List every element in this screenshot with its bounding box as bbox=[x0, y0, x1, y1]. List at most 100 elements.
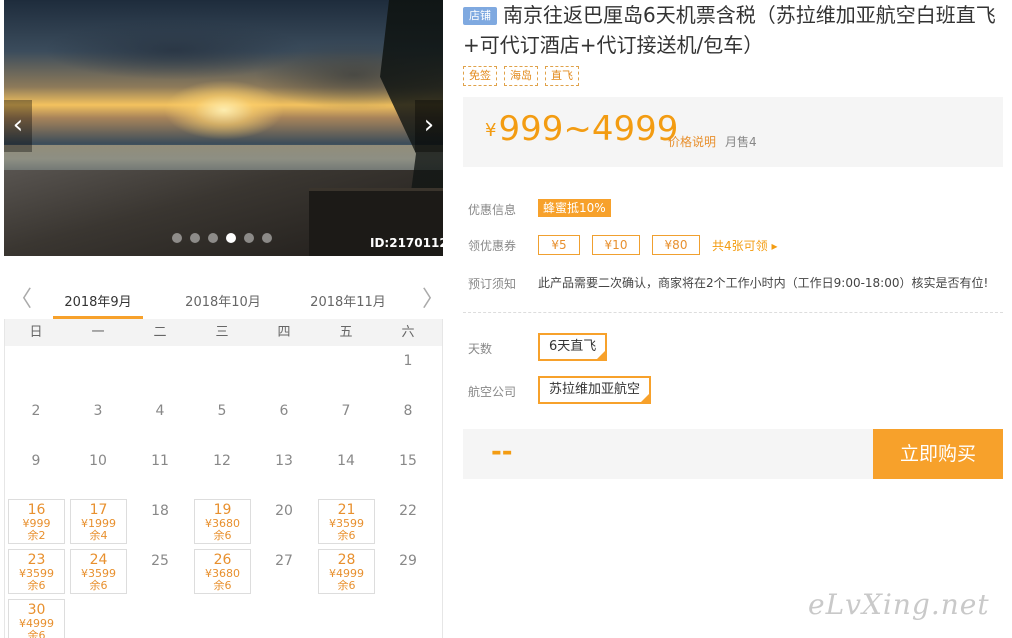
coupon-button[interactable]: ¥10 bbox=[592, 235, 640, 255]
divider bbox=[463, 312, 1003, 313]
calendar-empty-cell bbox=[67, 346, 129, 396]
chevron-left-icon[interactable]: ‹ bbox=[4, 100, 32, 152]
tab-month-1[interactable]: 2018年9月 bbox=[53, 291, 143, 310]
weekday-header: 日 一 二 三 四 五 六 bbox=[5, 319, 442, 346]
calendar-day: 20 bbox=[253, 496, 315, 546]
notice-label: 预订须知 bbox=[468, 277, 517, 291]
day-number: 20 bbox=[275, 503, 293, 519]
day-number: 8 bbox=[403, 403, 413, 419]
day-remaining: 余6 bbox=[27, 579, 46, 592]
monthly-sales: 月售4 bbox=[725, 135, 757, 149]
day-remaining: 余4 bbox=[89, 529, 108, 542]
day-number: 14 bbox=[337, 453, 355, 469]
day-number: 6 bbox=[279, 403, 289, 419]
calendar-day: 1 bbox=[377, 346, 439, 396]
calendar-empty-cell bbox=[315, 346, 377, 396]
day-remaining: 余6 bbox=[337, 579, 356, 592]
calendar-day-available[interactable]: 30 ¥4999 余6 bbox=[8, 599, 65, 638]
calendar-empty-cell bbox=[191, 346, 253, 396]
chevron-right-icon[interactable]: › bbox=[415, 100, 443, 152]
day-number: 12 bbox=[213, 453, 231, 469]
calendar-day-available[interactable]: 23 ¥3599 余6 bbox=[8, 549, 65, 594]
calendar-day: 4 bbox=[129, 396, 191, 446]
days-label: 天数 bbox=[468, 342, 493, 356]
carousel-dot[interactable] bbox=[262, 233, 272, 243]
carousel-dot[interactable] bbox=[244, 233, 254, 243]
calendar-day: 12 bbox=[191, 446, 253, 496]
weekday-label: 四 bbox=[277, 325, 291, 340]
price-range: 999~4999 bbox=[498, 109, 679, 149]
days-option[interactable]: 6天直飞 bbox=[538, 333, 608, 361]
calendar-prev-icon[interactable]: 〈 bbox=[10, 287, 32, 313]
calendar-day: 29 bbox=[377, 546, 439, 596]
day-number: 5 bbox=[217, 403, 227, 419]
day-number: 28 bbox=[337, 552, 356, 568]
calendar-day-available[interactable]: 24 ¥3599 余6 bbox=[70, 549, 127, 594]
calendar-day: 9 bbox=[5, 446, 67, 496]
weekday-label: 三 bbox=[215, 325, 229, 340]
coupon-more-link[interactable]: 共4张可领 ▸ bbox=[712, 237, 777, 254]
carousel-dot[interactable] bbox=[226, 233, 236, 243]
currency-symbol: ¥ bbox=[485, 120, 497, 141]
day-number: 27 bbox=[275, 553, 293, 569]
calendar-day: 14 bbox=[315, 446, 377, 496]
buy-bar: -- 立即购买 bbox=[463, 429, 1003, 479]
day-number: 21 bbox=[337, 502, 356, 518]
shop-badge: 店铺 bbox=[463, 7, 497, 25]
calendar-empty-cell bbox=[5, 346, 67, 396]
day-number: 13 bbox=[275, 453, 293, 469]
tab-month-3[interactable]: 2018年11月 bbox=[303, 291, 393, 310]
coupon-label: 领优惠券 bbox=[468, 239, 517, 253]
carousel-dot[interactable] bbox=[208, 233, 218, 243]
day-number: 9 bbox=[31, 453, 41, 469]
calendar-day: 11 bbox=[129, 446, 191, 496]
calendar-day-available[interactable]: 17 ¥1999 余4 bbox=[70, 499, 127, 544]
tag: 直飞 bbox=[545, 66, 579, 86]
calendar-next-icon[interactable]: 〉 bbox=[422, 287, 444, 313]
calendar-day-available[interactable]: 28 ¥4999 余6 bbox=[318, 549, 375, 594]
day-number: 30 bbox=[27, 602, 46, 618]
calendar-day-available[interactable]: 19 ¥3680 余6 bbox=[194, 499, 251, 544]
notice-text: 此产品需要二次确认，商家将在2个工作小时内（工作日9:00-18:00）核实是否… bbox=[538, 276, 989, 290]
photo-sun bbox=[164, 80, 284, 140]
coupon-button[interactable]: ¥80 bbox=[652, 235, 700, 255]
calendar-day: 15 bbox=[377, 446, 439, 496]
calendar-day: 25 bbox=[129, 546, 191, 596]
day-remaining: 余6 bbox=[213, 579, 232, 592]
carousel-dot[interactable] bbox=[172, 233, 182, 243]
tab-month-2[interactable]: 2018年10月 bbox=[178, 291, 268, 310]
discount-label: 优惠信息 bbox=[468, 203, 517, 217]
day-number: 17 bbox=[89, 502, 108, 518]
buy-now-button[interactable]: 立即购买 bbox=[873, 429, 1003, 479]
calendar-day: 18 bbox=[129, 496, 191, 546]
day-number: 15 bbox=[399, 453, 417, 469]
calendar-day-available[interactable]: 21 ¥3599 余6 bbox=[318, 499, 375, 544]
price-note-link[interactable]: 价格说明 bbox=[668, 133, 716, 150]
calendar-day: 22 bbox=[377, 496, 439, 546]
calendar-empty-cell bbox=[253, 346, 315, 396]
day-remaining: 余6 bbox=[27, 629, 46, 638]
carousel-dot[interactable] bbox=[190, 233, 200, 243]
day-remaining: 余6 bbox=[213, 529, 232, 542]
day-number: 7 bbox=[341, 403, 351, 419]
weekday-label: 一 bbox=[91, 325, 105, 340]
price: ¥999~4999 bbox=[485, 109, 678, 149]
day-number: 1 bbox=[403, 353, 413, 369]
day-remaining: 余6 bbox=[337, 529, 356, 542]
calendar-day: 6 bbox=[253, 396, 315, 446]
price-box: ¥999~4999 价格说明 月售4 bbox=[463, 97, 1003, 167]
product-tags: 免签 海岛 直飞 bbox=[463, 66, 579, 86]
airline-option[interactable]: 苏拉维加亚航空 bbox=[538, 376, 652, 404]
day-number: 2 bbox=[31, 403, 41, 419]
weekday-label: 日 bbox=[29, 325, 43, 340]
discount-badge: 蜂蜜抵10% bbox=[538, 199, 611, 217]
product-photo bbox=[4, 0, 443, 256]
calendar-day: 2 bbox=[5, 396, 67, 446]
weekday-label: 六 bbox=[401, 325, 415, 340]
image-id: ID:2170112 bbox=[370, 236, 448, 250]
coupon-button[interactable]: ¥5 bbox=[538, 235, 580, 255]
day-number: 3 bbox=[93, 403, 103, 419]
calendar-day-available[interactable]: 26 ¥3680 余6 bbox=[194, 549, 251, 594]
calendar-day-available[interactable]: 16 ¥999 余2 bbox=[8, 499, 65, 544]
day-number: 4 bbox=[155, 403, 165, 419]
